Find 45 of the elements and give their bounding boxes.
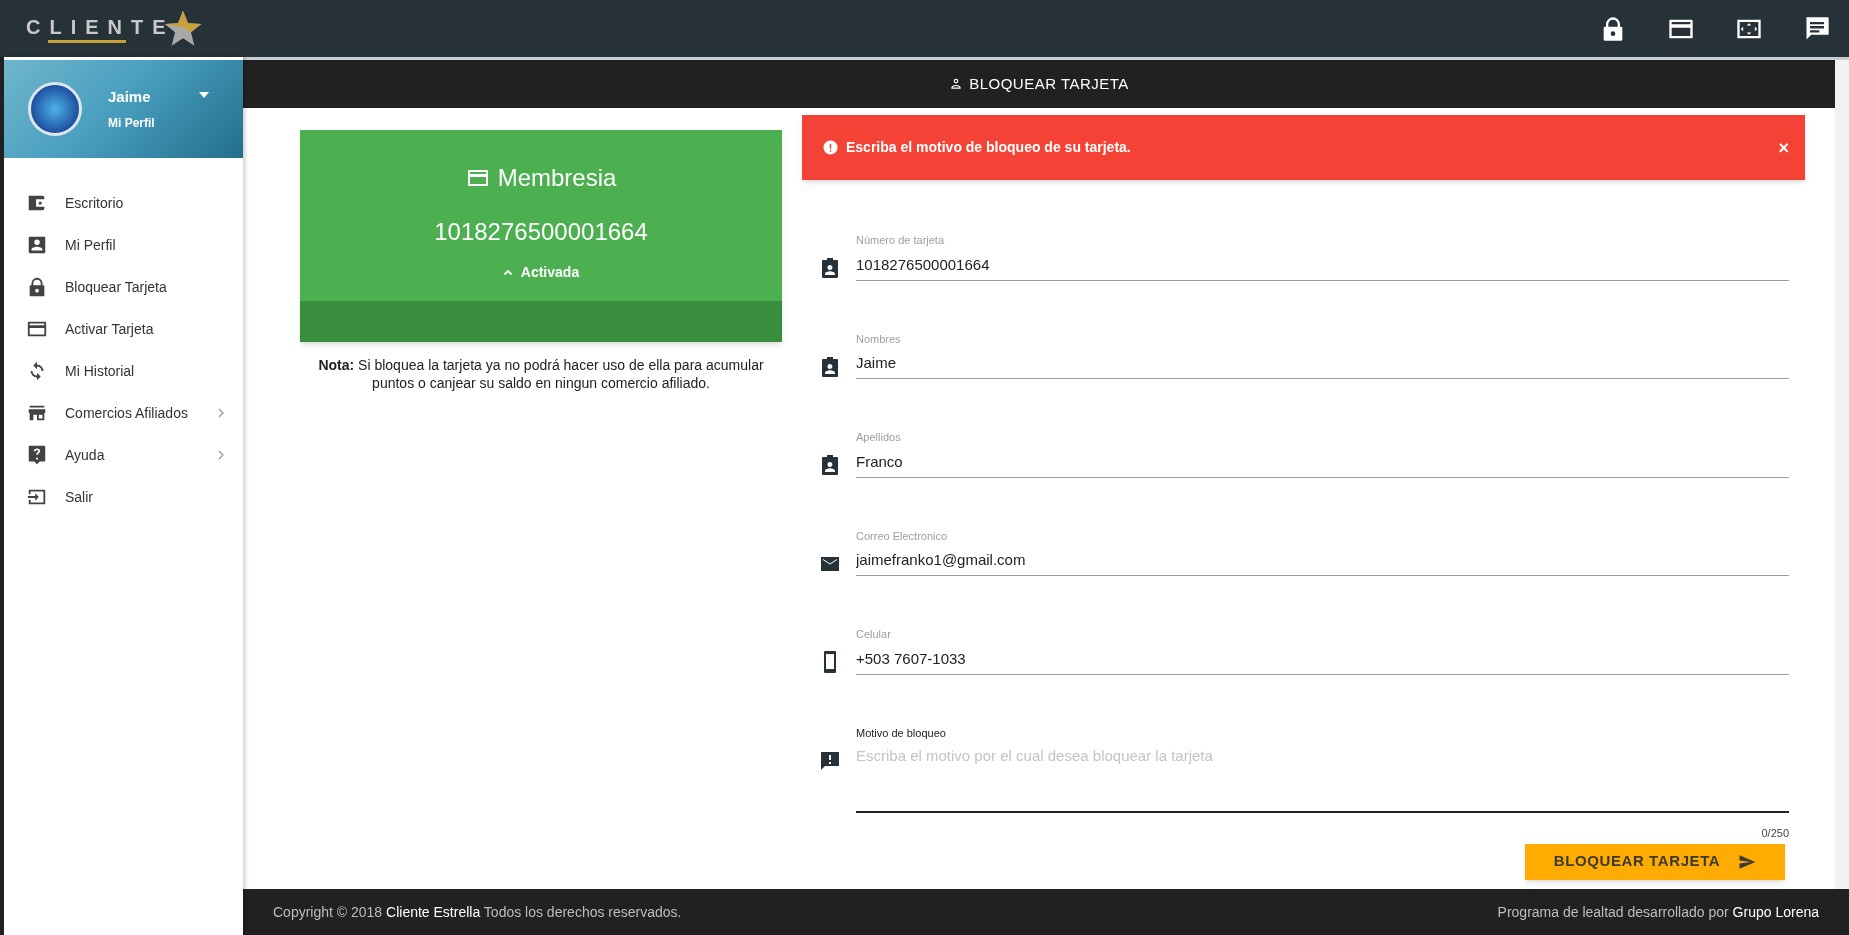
sidebar-item[interactable]: Bloquear Tarjeta	[4, 266, 243, 308]
sidebar-item[interactable]: Ayuda	[4, 434, 243, 476]
sidebar-item[interactable]: Activar Tarjeta	[4, 308, 243, 350]
input-field[interactable]: jaimefranko1@gmail.com	[856, 544, 1789, 576]
note-text: Nota: Si bloquea la tarjeta ya no podrá hacer uso de ella para acumular puntos o canjear su saldo en ningun comercio afiliado.	[317, 356, 765, 392]
chat-icon	[1803, 14, 1831, 43]
sidebar-item[interactable]: Comercios Afiliados	[4, 392, 243, 434]
sidebar-item[interactable]: Salir	[4, 476, 243, 518]
close-button[interactable]: ×	[1778, 138, 1789, 157]
input-field[interactable]: Jaime	[856, 347, 1789, 379]
logo-text: CLIENTE	[26, 14, 175, 39]
card-title: Membresia	[497, 163, 617, 193]
input-field[interactable]: 1018276500001664	[856, 248, 1789, 281]
help-icon	[26, 444, 48, 466]
sidebar-item[interactable]: Mi Historial	[4, 350, 243, 392]
alert-message: Escriba el motivo de bloqueo de su tarjeta.	[846, 138, 1132, 157]
alert-icon	[822, 139, 839, 156]
card-number: 1018276500001664	[434, 217, 648, 247]
dropdown-caret-icon[interactable]	[198, 91, 210, 99]
chevron-right-icon	[217, 449, 225, 461]
person-icon	[26, 234, 48, 256]
sidebar-item[interactable]: Escritorio	[4, 182, 243, 224]
character-counter: 0/250	[1761, 826, 1789, 841]
brand-link[interactable]: Cliente Estrella	[386, 903, 481, 920]
field-label: Motivo de bloqueo	[856, 725, 947, 741]
avatar	[28, 82, 82, 136]
block-card-button[interactable]: BLOQUEAR TARJETA	[1525, 843, 1785, 880]
credits-text: Programa de lealtad desarrollado por Grupo Lorena	[1497, 902, 1819, 922]
field-label: Celular	[856, 627, 892, 642]
page-title: BLOQUEAR TARJETA	[969, 73, 1129, 94]
card-status: Activada	[520, 263, 580, 282]
input-field[interactable]: Franco	[856, 445, 1789, 478]
reason-textarea[interactable]: Escriba el motivo por el cual desea bloquear la tarjeta	[856, 745, 1789, 813]
profile-name: Jaime	[108, 86, 152, 107]
person-icon	[949, 77, 964, 91]
field-label: Apellidos	[856, 430, 902, 445]
chevron-right-icon	[217, 407, 225, 419]
field-label: Número de tarjeta	[856, 233, 946, 248]
sidebar-item[interactable]: Mi Perfil	[4, 224, 243, 266]
input-field[interactable]: +503 7607-1033	[856, 642, 1789, 675]
copyright-text: Copyright © 2018 Cliente Estrella Todos los derechos reservados.	[273, 902, 682, 922]
company-link[interactable]: Grupo Lorena	[1732, 903, 1819, 920]
caret-up-icon	[502, 269, 513, 276]
field-label: Nombres	[856, 331, 902, 347]
field-label: Correo Electronico	[856, 528, 949, 544]
